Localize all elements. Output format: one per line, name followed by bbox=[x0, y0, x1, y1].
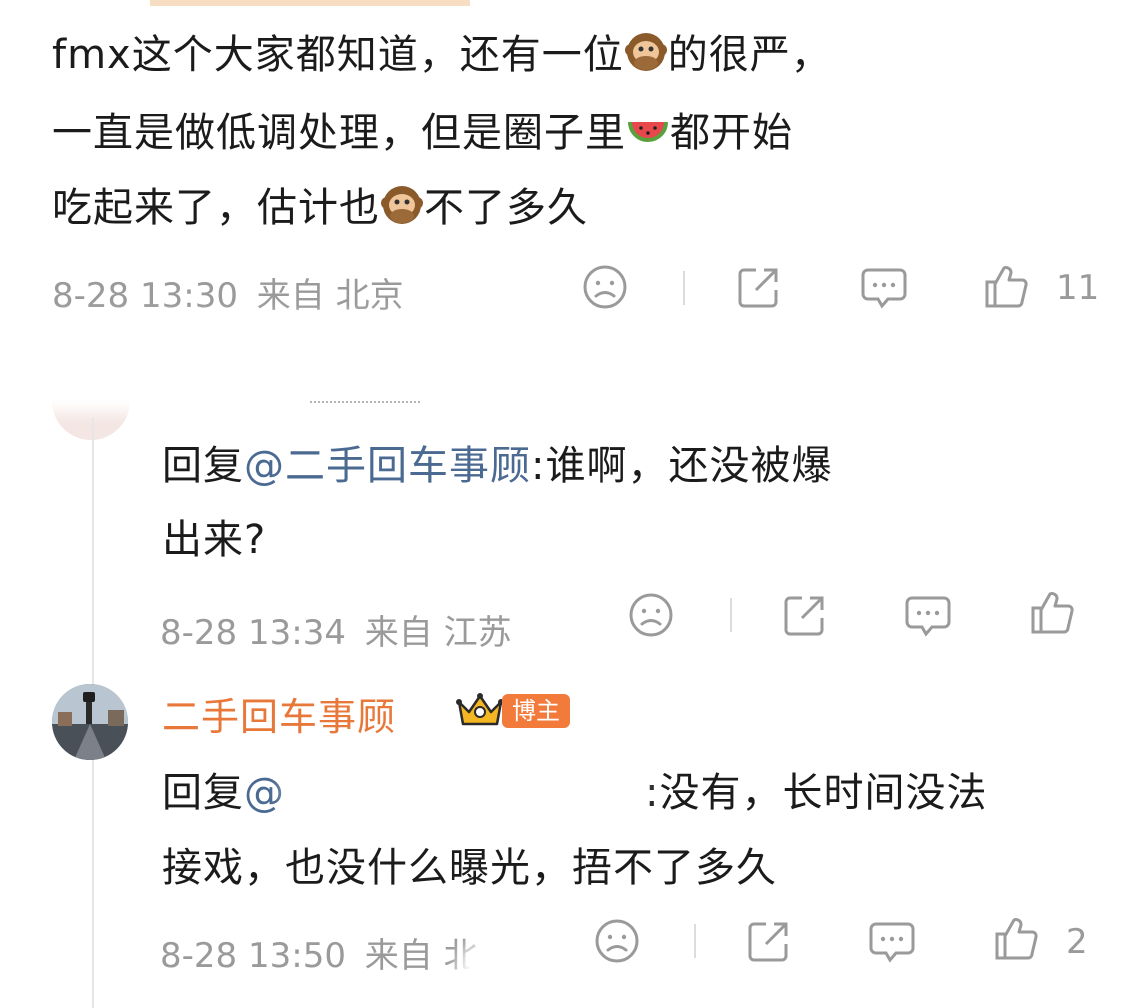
monkey-emoji bbox=[624, 30, 668, 74]
reply-prefix: 回复 bbox=[162, 443, 244, 489]
avatar[interactable] bbox=[52, 684, 128, 760]
author-row: 二手回车事顾 bbox=[162, 686, 396, 741]
share-icon[interactable] bbox=[736, 264, 782, 310]
reply2-text-2: 接戏，也没什么曝光，捂不了多久 bbox=[162, 845, 777, 891]
comment-line-1a: fmx这个大家都知道，还有一位 bbox=[52, 32, 624, 78]
blogger-badge: 博主 bbox=[502, 694, 570, 728]
top-cutoff-name bbox=[150, 0, 470, 6]
sad-face-icon[interactable] bbox=[582, 264, 628, 310]
reply2-date: 8-28 13:50 bbox=[160, 936, 346, 976]
mention-link[interactable]: @二手回车事顾 bbox=[244, 443, 531, 489]
comment-line-2b: 都开始 bbox=[670, 110, 793, 156]
sad-face-icon[interactable] bbox=[628, 592, 674, 638]
comment-location: 来自 北京 bbox=[256, 276, 404, 316]
share-icon[interactable] bbox=[782, 592, 828, 638]
comment-icon[interactable] bbox=[868, 920, 916, 964]
monkey-emoji-2 bbox=[380, 183, 424, 227]
like-icon[interactable] bbox=[982, 262, 1030, 310]
redaction bbox=[0, 330, 560, 400]
divider bbox=[694, 924, 696, 958]
like-icon[interactable] bbox=[992, 914, 1040, 962]
reply2-meta: 8-28 13:50 来自 北 bbox=[160, 928, 478, 977]
author-fragment bbox=[310, 383, 420, 403]
comment-icon[interactable] bbox=[860, 266, 908, 310]
divider bbox=[683, 271, 685, 305]
reply-date: 8-28 13:34 bbox=[160, 613, 346, 653]
comment-icon[interactable] bbox=[904, 594, 952, 638]
reply2-prefix: 回复 bbox=[162, 770, 244, 816]
reply-text-2: 出来? bbox=[162, 517, 267, 563]
sad-face-icon[interactable] bbox=[594, 918, 640, 964]
comment-date: 8-28 13:30 bbox=[52, 276, 238, 316]
like-icon[interactable] bbox=[1028, 588, 1076, 636]
crown-icon bbox=[455, 690, 505, 730]
comment-line-1b: 的很严， bbox=[667, 32, 832, 78]
avatar-obscured bbox=[52, 398, 130, 440]
comment-line-3b: 不了多久 bbox=[424, 185, 588, 231]
divider bbox=[730, 598, 732, 632]
reply-meta: 8-28 13:34 来自 江苏 bbox=[160, 605, 512, 654]
mention-link[interactable]: @ bbox=[244, 770, 285, 816]
comment-line-3a: 吃起来了，估计也 bbox=[52, 185, 380, 231]
author-name[interactable]: 二手回车事顾 bbox=[162, 695, 396, 739]
reply-location: 来自 江苏 bbox=[364, 613, 512, 653]
watermelon-emoji bbox=[626, 108, 670, 152]
comment-meta: 8-28 13:30 来自 北京 bbox=[52, 268, 404, 317]
reply-text-1: :谁啊，还没被爆 bbox=[531, 443, 833, 489]
redaction bbox=[300, 762, 630, 808]
reply2-text-1: :没有，长时间没法 bbox=[645, 770, 988, 816]
like-count: 11 bbox=[1056, 268, 1100, 308]
like-count: 2 bbox=[1066, 922, 1088, 962]
comment-line-2a: 一直是做低调处理，但是圈子里 bbox=[52, 110, 626, 156]
reply2-location: 来自 北 bbox=[364, 936, 478, 976]
share-icon[interactable] bbox=[746, 918, 792, 964]
